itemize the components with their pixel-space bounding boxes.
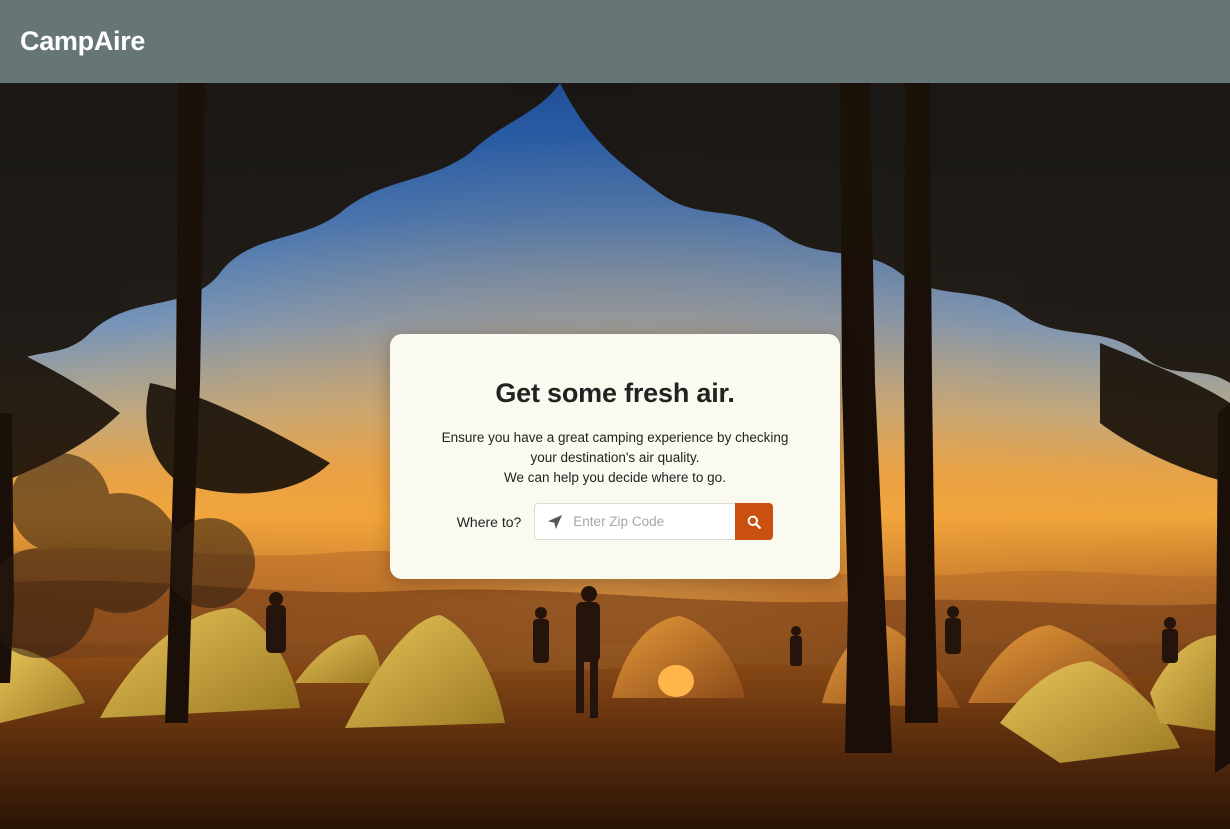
search-button[interactable] [735,503,774,540]
where-to-label: Where to? [456,513,522,530]
search-card: Get some fresh air. Ensure you have a gr… [390,334,840,579]
zip-input-wrapper [534,503,736,540]
hero-description: Ensure you have a great camping experien… [435,428,795,488]
search-icon [747,515,762,529]
search-form: Where to? [457,503,774,540]
hero-description-line-2: We can help you decide where to go. [504,470,726,485]
top-nav-bar: CampAire [0,0,1230,83]
zip-code-input[interactable] [573,504,734,539]
hero-description-line-1: Ensure you have a great camping experien… [441,430,789,465]
location-arrow-icon [548,515,563,529]
hero-heading: Get some fresh air. [495,378,735,408]
brand-logo[interactable]: CampAire [20,26,145,57]
